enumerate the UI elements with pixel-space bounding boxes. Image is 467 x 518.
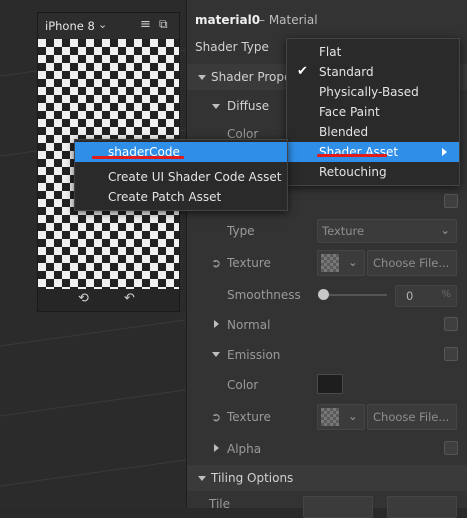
menu-item-label: Flat (319, 45, 342, 59)
smoothness-input[interactable]: 0 % (395, 285, 457, 307)
type-value: Texture (322, 224, 365, 238)
type-dropdown[interactable]: Texture ⌄ (317, 219, 457, 243)
collapse-icon (198, 75, 206, 80)
link-icon[interactable]: ➲ (211, 410, 221, 424)
type-label: Type (227, 224, 255, 238)
emission-choose-file-button[interactable]: Choose File... (367, 404, 457, 430)
menu-item-blended[interactable]: Blended (287, 122, 459, 142)
menu-item-label: Standard (319, 65, 374, 79)
menu-item-label: Face Paint (319, 105, 380, 119)
emission-toggle[interactable] (444, 347, 458, 361)
annotation-underline (317, 154, 387, 157)
checkmark-icon: ✔ (297, 64, 308, 79)
texture-picker[interactable]: ⌄ (317, 250, 365, 276)
emission-texture-picker[interactable]: ⌄ (317, 404, 365, 430)
smoothness-slider-track[interactable] (323, 294, 387, 296)
menu-item-physically-based[interactable]: Physically-Based (287, 82, 459, 102)
smoothness-unit: % (441, 289, 451, 300)
menu-item-face-paint[interactable]: Face Paint (287, 102, 459, 122)
texture-thumbnail (321, 408, 339, 426)
tile-y-input[interactable] (387, 496, 457, 518)
tiling-options-section[interactable]: Tiling Options (187, 465, 467, 491)
asset-title: material0 (195, 13, 261, 27)
collapse-icon (198, 476, 206, 481)
shader-type-menu: Flat ✔ Standard Physically-Based Face Pa… (286, 38, 460, 186)
emission-color-swatch[interactable] (317, 374, 343, 394)
tile-x-input[interactable] (303, 496, 373, 518)
menu-item-shader-asset[interactable]: Shader Asset (287, 142, 459, 162)
simulator-header: iPhone 8 ⌄ ≡ ⧉ (38, 13, 179, 39)
tiling-options-label: Tiling Options (211, 471, 294, 485)
tile-label: Tile (209, 497, 231, 511)
submenu-arrow-icon (442, 148, 447, 156)
diffuse-label: Diffuse (227, 99, 270, 113)
smoothness-value: 0 (406, 289, 414, 303)
smoothness-slider-thumb[interactable] (318, 289, 329, 300)
emission-color-label: Color (227, 378, 259, 392)
choose-file-label: Choose File... (373, 256, 450, 270)
menu-item-label: Physically-Based (319, 85, 419, 99)
normal-expand-icon[interactable] (214, 320, 219, 328)
menu-item-flat[interactable]: Flat (287, 42, 459, 62)
choose-file-button[interactable]: Choose File... (367, 250, 457, 276)
menu-item-label: Blended (319, 125, 369, 139)
chevron-down-icon: ⌄ (348, 255, 358, 269)
submenu-item-create-patch-asset[interactable]: Create Patch Asset (75, 187, 287, 207)
emission-label: Emission (227, 348, 281, 362)
simulator-footer: ⟲ ↶ (38, 289, 179, 311)
chevron-down-icon: ⌄ (348, 409, 358, 423)
chevron-down-icon: ⌄ (440, 223, 450, 237)
menu-item-retouching[interactable]: Retouching (287, 162, 459, 182)
alpha-label: Alpha (227, 442, 262, 456)
asset-type: – Material (259, 13, 318, 27)
annotation-underline (92, 156, 184, 159)
submenu-item-label: Create UI Shader Code Asset (108, 170, 282, 184)
pop-out-icon[interactable]: ⧉ (159, 17, 168, 32)
submenu-item-shadercode[interactable]: shaderCode (75, 142, 287, 162)
device-name[interactable]: iPhone 8 (45, 19, 95, 33)
texture-thumbnail (321, 254, 339, 272)
submenu-item-create-ui-shader-code-asset[interactable]: Create UI Shader Code Asset (75, 167, 287, 187)
menu-item-standard[interactable]: ✔ Standard (287, 62, 459, 82)
choose-file-label: Choose File... (373, 410, 450, 424)
smoothness-label: Smoothness (227, 288, 301, 302)
rotate-icon[interactable]: ↶ (124, 291, 135, 306)
alpha-toggle[interactable] (444, 441, 458, 455)
alpha-expand-icon[interactable] (214, 444, 219, 452)
camera-switch-icon[interactable]: ⟲ (78, 291, 89, 306)
menu-item-label: Retouching (319, 165, 387, 179)
emission-collapse-icon[interactable] (212, 352, 220, 357)
emission-texture-label: Texture (227, 410, 271, 424)
shader-asset-submenu: shaderCode Create UI Shader Code Asset C… (74, 139, 288, 211)
shader-type-label: Shader Type (195, 40, 269, 54)
menu-icon[interactable]: ≡ (140, 17, 151, 32)
diffuse-toggle[interactable] (444, 194, 458, 208)
chevron-down-icon[interactable]: ⌄ (98, 18, 107, 31)
normal-label: Normal (227, 318, 271, 332)
submenu-item-label: Create Patch Asset (108, 190, 222, 204)
normal-toggle[interactable] (444, 317, 458, 331)
link-icon[interactable]: ➲ (211, 256, 221, 270)
texture-label: Texture (227, 256, 271, 270)
diffuse-collapse-icon[interactable] (212, 104, 220, 109)
